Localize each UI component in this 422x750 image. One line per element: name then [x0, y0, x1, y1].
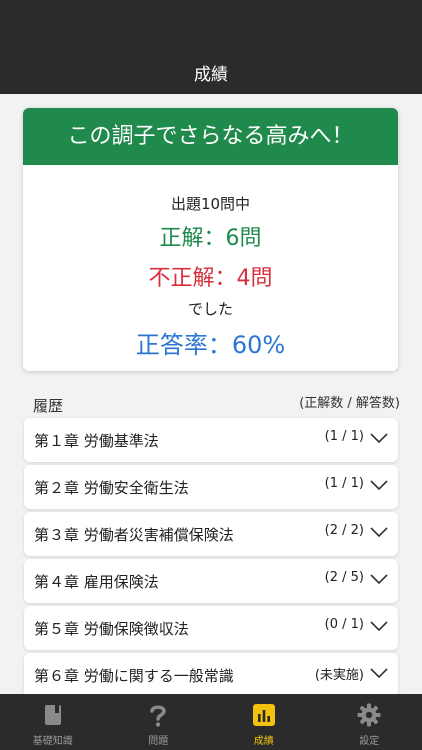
bar-chart-icon: [252, 704, 275, 726]
header-bar: 成績: [0, 0, 422, 94]
tab-questions[interactable]: 問題: [106, 694, 212, 750]
correct-count-text: 正解：6問: [159, 226, 262, 251]
wrong-count-text: 不正解：4問: [148, 266, 273, 291]
history-row-count: (1 / 1): [324, 429, 364, 444]
history-row-title: 第６章 労働に関する一般常識: [34, 667, 234, 685]
tab-basics[interactable]: 基礎知識: [0, 694, 106, 750]
history-row-title: 第４章 雇用保険法: [34, 573, 159, 591]
tab-label: 問題: [148, 736, 169, 747]
total-questions-text: 出題10問中: [170, 195, 251, 213]
chevron-down-icon[interactable]: [370, 619, 388, 633]
tab-results[interactable]: 成績: [211, 694, 317, 750]
chevron-down-icon[interactable]: [370, 572, 388, 586]
tab-label: 成績: [253, 736, 274, 747]
history-legend: (正解数 / 解答数): [299, 396, 400, 411]
bottom-tab-bar: 基礎知識 問題 成績 設定: [0, 694, 422, 750]
history-row-title: 第３章 労働者災害補償保険法: [34, 526, 234, 544]
tab-label: 基礎知識: [32, 736, 73, 747]
history-row-count: (2 / 2): [324, 523, 364, 538]
result-card: この調子でさらなる高みへ！ 出題10問中 正解：6問 不正解：4問 でした 正答…: [23, 108, 398, 371]
history-row-chapter-5[interactable]: 第５章 労働保険徴収法 (0 / 1): [24, 606, 398, 650]
accuracy-rate-text: 正答率：60%: [135, 331, 286, 359]
tab-settings[interactable]: 設定: [317, 694, 422, 750]
tab-label: 設定: [359, 736, 380, 747]
history-row-title: 第１章 労働基準法: [34, 432, 159, 450]
chevron-down-icon[interactable]: [370, 431, 388, 445]
result-banner: この調子でさらなる高みへ！: [23, 108, 398, 165]
page-title: 成績: [194, 65, 228, 85]
gear-icon: [357, 703, 381, 727]
history-row-chapter-2[interactable]: 第２章 労働安全衛生法 (1 / 1): [24, 465, 398, 509]
history-row-count: (2 / 5): [324, 570, 364, 585]
chevron-down-icon[interactable]: [370, 666, 388, 680]
history-row-chapter-1[interactable]: 第１章 労働基準法 (1 / 1): [24, 418, 398, 462]
history-row-title: 第２章 労働安全衛生法: [34, 479, 189, 497]
history-row-count: (未実施): [314, 668, 364, 683]
history-row-title: 第５章 労働保険徴収法: [34, 620, 189, 638]
question-icon: [150, 705, 167, 727]
chevron-down-icon[interactable]: [370, 525, 388, 539]
deshita-text: でした: [187, 300, 233, 318]
history-row-chapter-3[interactable]: 第３章 労働者災害補償保険法 (2 / 2): [24, 512, 398, 556]
chevron-down-icon[interactable]: [370, 478, 388, 492]
history-row-count: (1 / 1): [324, 476, 364, 491]
result-summary: 出題10問中 正解：6問 不正解：4問 でした 正答率：60%: [23, 193, 398, 360]
history-row-chapter-4[interactable]: 第４章 雇用保険法 (2 / 5): [24, 559, 398, 603]
history-heading: 履歴: [33, 397, 64, 415]
history-row-count: (0 / 1): [324, 617, 364, 632]
history-row-chapter-6[interactable]: 第６章 労働に関する一般常識 (未実施): [24, 653, 398, 697]
history-list: 第１章 労働基準法 (1 / 1) 第２章 労働安全衛生法 (1 / 1) 第３…: [24, 418, 398, 700]
book-icon: [44, 705, 61, 725]
